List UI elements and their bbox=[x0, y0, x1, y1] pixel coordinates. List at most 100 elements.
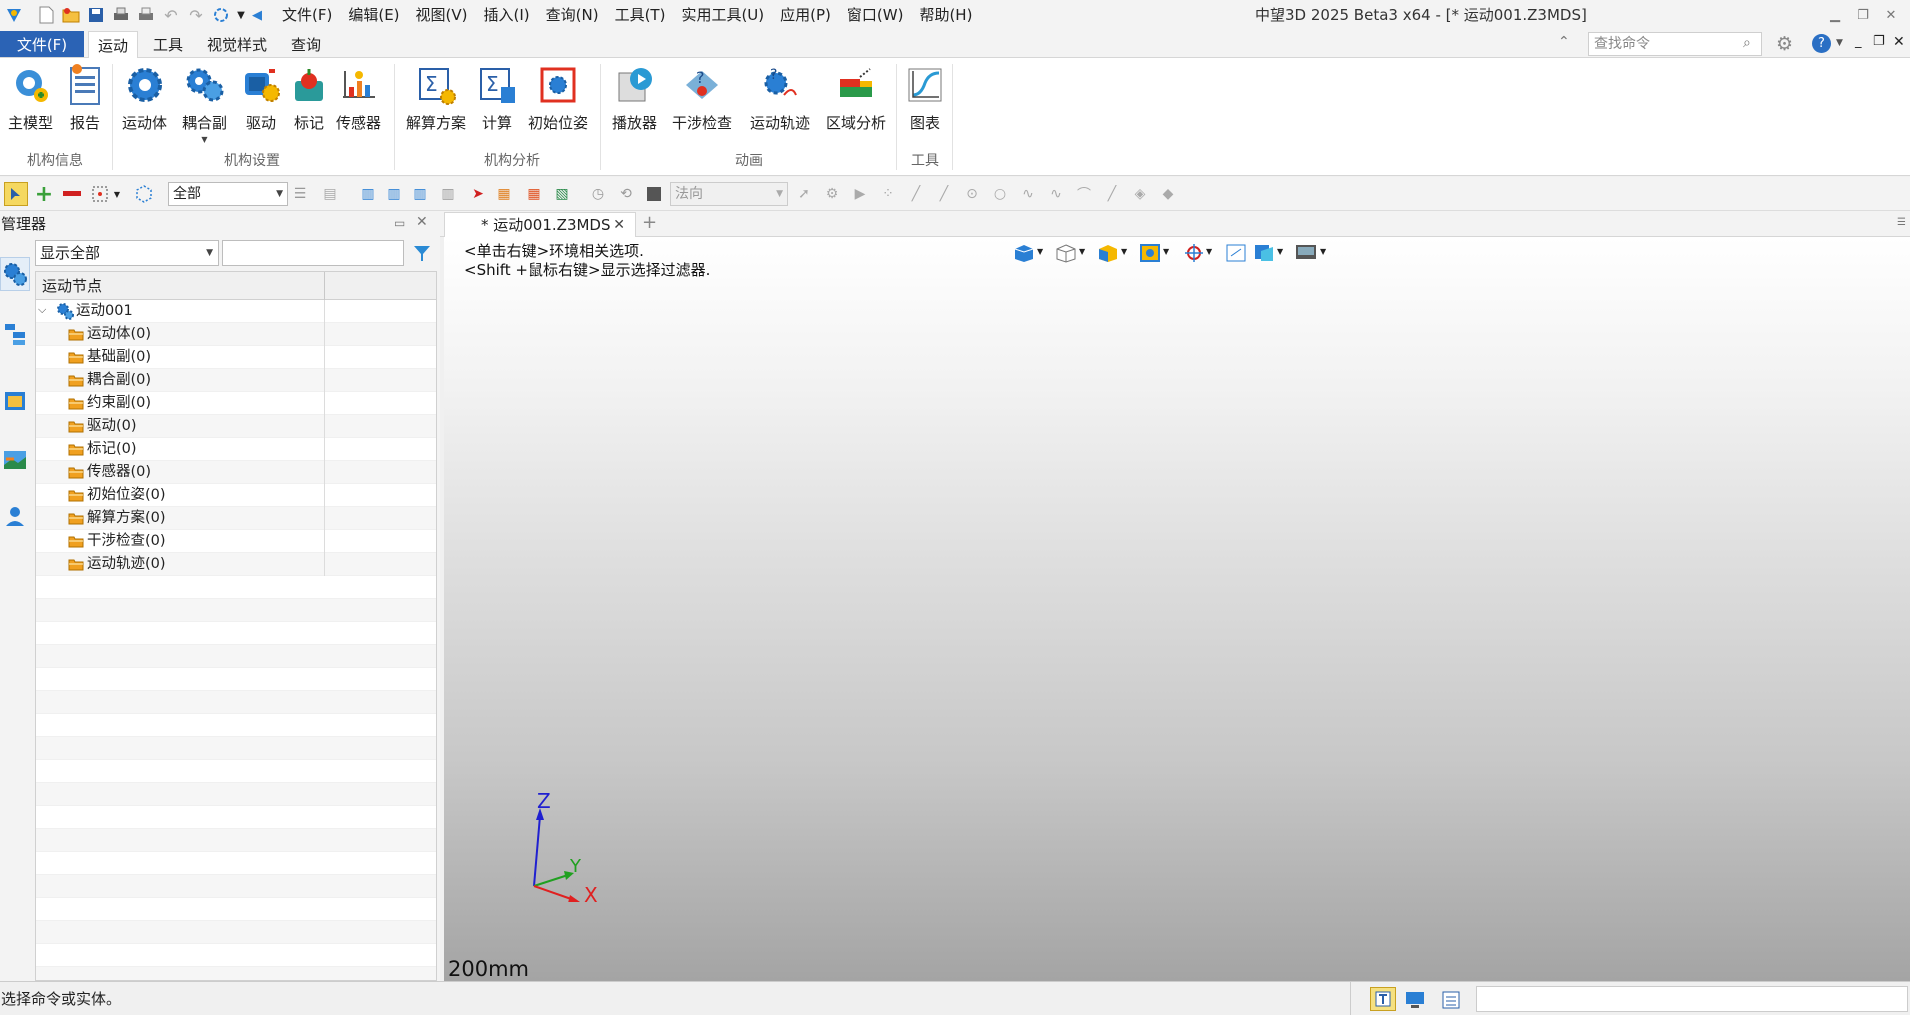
print-icon[interactable] bbox=[110, 4, 132, 26]
3d-viewport[interactable]: <单击右键>环境相关选项. <Shift +鼠标右键>显示选择过滤器. ▼ ▼ … bbox=[444, 237, 1910, 981]
tree-node-row[interactable]: 约束副(0) bbox=[36, 392, 436, 415]
master-model-button[interactable]: 主模型 bbox=[8, 62, 53, 133]
chart-button[interactable]: 图表 bbox=[904, 62, 946, 133]
box-select-dropdown-icon[interactable]: ▼ bbox=[112, 184, 122, 204]
view-cube-dropdown-icon[interactable]: ▼ bbox=[1037, 247, 1043, 256]
menu-tools[interactable]: 工具(T) bbox=[607, 0, 674, 30]
view-target-dropdown-icon[interactable]: ▼ bbox=[1206, 247, 1212, 256]
close-tab-icon[interactable]: ✕ bbox=[613, 213, 625, 237]
new-file-icon[interactable] bbox=[35, 4, 57, 26]
sensor-button[interactable]: 传感器 bbox=[336, 62, 381, 133]
coupling-joint-dropdown-icon[interactable]: ▼ bbox=[201, 135, 207, 144]
box-select-icon[interactable] bbox=[90, 184, 110, 204]
render-mode-dropdown-icon[interactable]: ▼ bbox=[1163, 247, 1169, 256]
tree-root-row[interactable]: ⌵ 运动001 bbox=[36, 300, 436, 323]
solution-scheme-button[interactable]: Σ 解算方案 bbox=[406, 62, 466, 133]
drive-button[interactable]: 驱动 bbox=[240, 62, 282, 133]
coupling-joint-button[interactable]: 耦合副 ▼ bbox=[182, 62, 227, 144]
column-header-motion-node[interactable]: 运动节点 bbox=[42, 272, 102, 300]
wireframe-dropdown-icon[interactable]: ▼ bbox=[1079, 247, 1085, 256]
menu-view[interactable]: 视图(V) bbox=[408, 0, 476, 30]
menu-file[interactable]: 文件(F) bbox=[274, 0, 340, 30]
file-tab[interactable]: 文件(F) bbox=[0, 31, 84, 57]
view-target-icon[interactable] bbox=[1182, 243, 1206, 263]
select-tool-4-icon[interactable]: ▥ bbox=[438, 184, 458, 204]
remove-selection-icon[interactable] bbox=[62, 184, 82, 204]
display-settings-dropdown-icon[interactable]: ▼ bbox=[1320, 247, 1326, 256]
selection-filter-select[interactable]: 全部 ▼ bbox=[168, 182, 288, 206]
status-tree-icon[interactable] bbox=[1370, 987, 1396, 1011]
motion-body-button[interactable]: 运动体 bbox=[122, 62, 167, 133]
motion-manager-icon[interactable] bbox=[0, 257, 30, 291]
lasso-select-icon[interactable] bbox=[134, 184, 154, 204]
select-tool-2-icon[interactable]: ▥ bbox=[384, 184, 404, 204]
panel-float-icon[interactable]: ▭ bbox=[394, 216, 405, 230]
view-cube-icon[interactable] bbox=[1012, 243, 1036, 263]
tab-visual-style[interactable]: 视觉样式 bbox=[200, 31, 274, 58]
rotate-icon[interactable]: ⟲ bbox=[616, 184, 636, 204]
filter-clear-icon[interactable]: ▤ bbox=[320, 184, 340, 204]
collapse-ribbon-icon[interactable]: ⌃ bbox=[1558, 34, 1570, 50]
tree-node-row[interactable]: 标记(0) bbox=[36, 438, 436, 461]
clock-icon[interactable]: ◷ bbox=[588, 184, 608, 204]
shaded-dropdown-icon[interactable]: ▼ bbox=[1121, 247, 1127, 256]
part-view-icon[interactable] bbox=[0, 383, 30, 417]
help-dropdown-icon[interactable]: ▼ bbox=[1836, 38, 1843, 48]
save-icon[interactable] bbox=[85, 4, 107, 26]
command-search-input[interactable]: 查找命令 bbox=[1588, 32, 1762, 56]
image-import-icon[interactable] bbox=[0, 443, 30, 477]
undo-icon[interactable]: ↶ bbox=[160, 4, 182, 26]
zoom-fit-icon[interactable] bbox=[1224, 243, 1248, 263]
tree-node-row[interactable]: 初始位姿(0) bbox=[36, 484, 436, 507]
help-icon[interactable]: ? bbox=[1812, 34, 1831, 53]
menu-window[interactable]: 窗口(W) bbox=[839, 0, 912, 30]
doc-close-button[interactable]: ✕ bbox=[1893, 34, 1905, 50]
tree-node-row[interactable]: 运动轨迹(0) bbox=[36, 553, 436, 576]
select-tool-3-icon[interactable]: ▥ bbox=[410, 184, 430, 204]
document-tab[interactable]: * 运动001.Z3MDS ✕ bbox=[444, 212, 636, 237]
filter-funnel-icon[interactable] bbox=[408, 240, 436, 266]
filter-settings-icon[interactable]: ☰ bbox=[290, 184, 310, 204]
menu-insert[interactable]: 插入(I) bbox=[476, 0, 538, 30]
menu-utilities[interactable]: 实用工具(U) bbox=[673, 0, 772, 30]
new-tab-icon[interactable]: + bbox=[642, 212, 657, 233]
display-settings-icon[interactable] bbox=[1294, 243, 1318, 263]
render-mode-icon[interactable] bbox=[1138, 243, 1162, 263]
region-analysis-button[interactable]: 区域分析 bbox=[826, 62, 886, 133]
menu-apps[interactable]: 应用(P) bbox=[772, 0, 839, 30]
menu-edit[interactable]: 编辑(E) bbox=[340, 0, 407, 30]
tab-query[interactable]: 查询 bbox=[282, 31, 330, 58]
pick-select-icon[interactable] bbox=[4, 182, 28, 206]
motion-trajectory-button[interactable]: ? 运动轨迹 bbox=[750, 62, 810, 133]
cursor-pick-icon[interactable]: ➤ bbox=[468, 184, 488, 204]
section-view-icon[interactable] bbox=[1252, 243, 1276, 263]
wireframe-icon[interactable] bbox=[1054, 243, 1078, 263]
tab-motion[interactable]: 运动 bbox=[88, 31, 138, 58]
collapse-chevron-icon[interactable]: ⌵ bbox=[38, 303, 46, 317]
add-selection-icon[interactable]: + bbox=[34, 182, 54, 207]
quick-access-dropdown-icon[interactable]: ▼ bbox=[235, 4, 247, 26]
tab-list-dropdown-icon[interactable]: ☰ bbox=[1897, 217, 1906, 228]
search-icon[interactable]: ⌕ bbox=[1743, 35, 1751, 51]
status-display-icon[interactable] bbox=[1404, 990, 1426, 1010]
layer-icon[interactable]: ▦ bbox=[494, 184, 514, 204]
tree-node-row[interactable]: 耦合副(0) bbox=[36, 369, 436, 392]
calculate-button[interactable]: Σ 计算 bbox=[476, 62, 518, 133]
panel-close-icon[interactable]: ✕ bbox=[416, 214, 428, 230]
settings-gear-icon[interactable]: ⚙ bbox=[1776, 33, 1793, 55]
close-button[interactable]: ✕ bbox=[1880, 4, 1902, 26]
status-output-icon[interactable] bbox=[1440, 990, 1462, 1010]
report-button[interactable]: 报告 bbox=[64, 62, 106, 133]
command-line-input[interactable] bbox=[1476, 986, 1908, 1012]
back-arrow-icon[interactable]: ◀ bbox=[250, 4, 264, 26]
interference-check-button[interactable]: ? 干涉检查 bbox=[672, 62, 732, 133]
tab-tools[interactable]: 工具 bbox=[144, 31, 192, 58]
stop-icon[interactable] bbox=[644, 184, 664, 204]
redo-icon[interactable]: ↷ bbox=[185, 4, 207, 26]
initial-pose-button[interactable]: 初始位姿 bbox=[528, 62, 588, 133]
shaded-icon[interactable] bbox=[1096, 243, 1120, 263]
tree-node-row[interactable]: 干涉检查(0) bbox=[36, 530, 436, 553]
app-logo-icon[interactable] bbox=[3, 4, 25, 26]
menu-help[interactable]: 帮助(H) bbox=[911, 0, 980, 30]
part-icon[interactable]: ▧ bbox=[552, 184, 572, 204]
